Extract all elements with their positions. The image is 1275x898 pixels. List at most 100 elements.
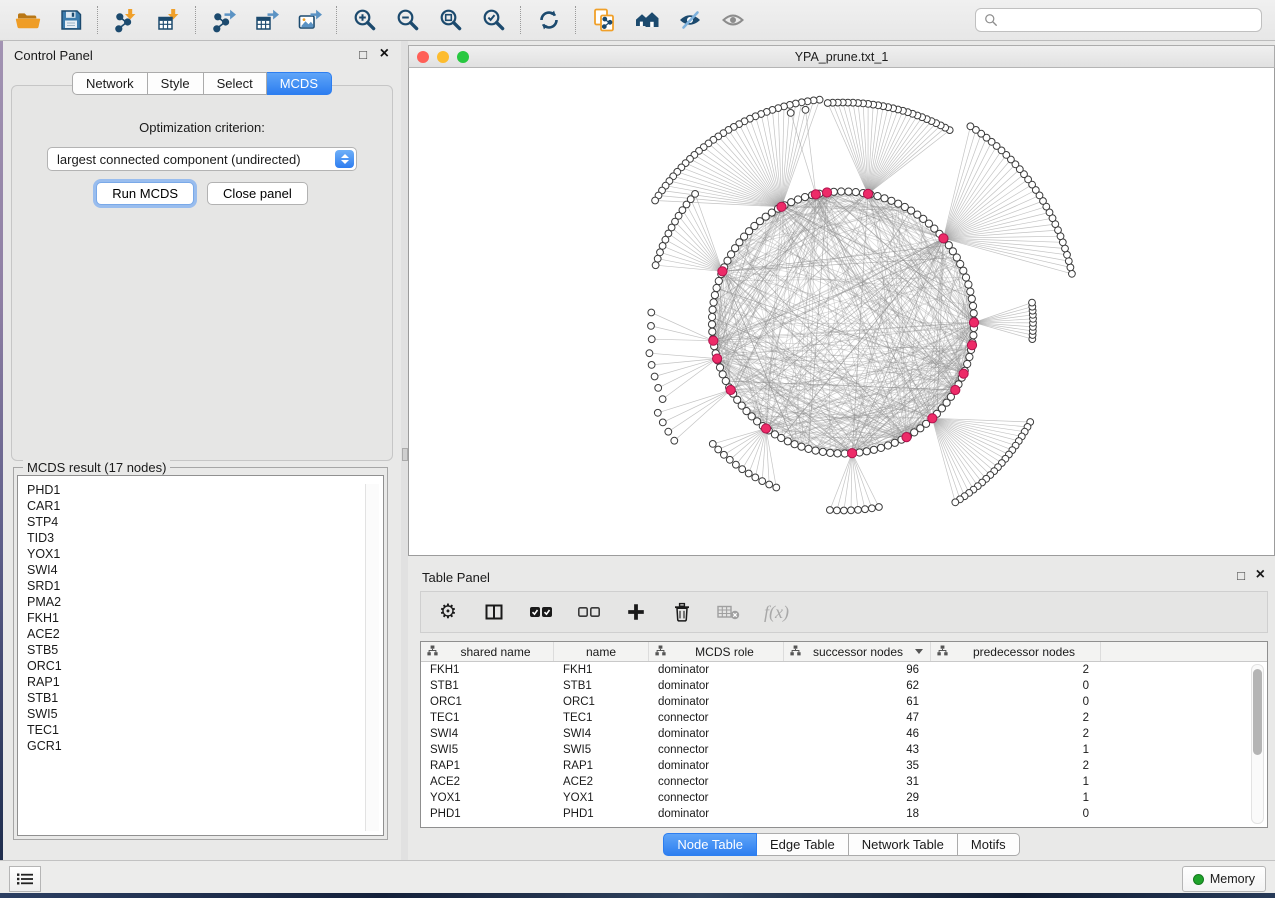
tab-style[interactable]: Style: [148, 72, 204, 95]
close-panel-button[interactable]: Close panel: [207, 182, 308, 205]
optimization-criterion-dropdown[interactable]: largest connected component (undirected): [47, 147, 357, 171]
table-cell[interactable]: ACE2: [421, 774, 554, 790]
table-panel-float-icon[interactable]: □: [1237, 568, 1245, 583]
mcds-result-item[interactable]: PHD1: [27, 482, 383, 498]
tab-motifs[interactable]: Motifs: [958, 833, 1020, 856]
mcds-result-item[interactable]: SWI4: [27, 562, 383, 578]
home-networks-button[interactable]: [625, 3, 668, 37]
table-cell[interactable]: SWI5: [554, 742, 649, 758]
table-cell[interactable]: 1: [931, 742, 1101, 758]
table-row[interactable]: ACE2ACE2connector311: [421, 774, 1267, 790]
column-header-successor-nodes[interactable]: successor nodes: [784, 642, 931, 661]
table-panel-close-icon[interactable]: ×: [1256, 566, 1265, 584]
mcds-result-item[interactable]: STB5: [27, 642, 383, 658]
table-cell[interactable]: dominator: [649, 758, 784, 774]
table-cell[interactable]: 46: [784, 726, 931, 742]
mcds-result-item[interactable]: YOX1: [27, 546, 383, 562]
table-cell[interactable]: connector: [649, 774, 784, 790]
deselect-all-check-button[interactable]: [577, 599, 601, 625]
table-cell[interactable]: FKH1: [421, 662, 554, 678]
table-row[interactable]: STB1STB1dominator620: [421, 678, 1267, 694]
zoom-fit-button[interactable]: [429, 3, 472, 37]
table-cell[interactable]: 29: [784, 790, 931, 806]
tab-network[interactable]: Network: [72, 72, 148, 95]
memory-button[interactable]: Memory: [1182, 866, 1266, 892]
table-cell[interactable]: STB1: [421, 678, 554, 694]
table-cell[interactable]: 43: [784, 742, 931, 758]
table-cell[interactable]: 0: [931, 678, 1101, 694]
mcds-result-item[interactable]: STP4: [27, 514, 383, 530]
tab-mcds[interactable]: MCDS: [267, 72, 332, 95]
table-cell[interactable]: PHD1: [554, 806, 649, 822]
table-cell[interactable]: 2: [931, 662, 1101, 678]
table-cell[interactable]: RAP1: [421, 758, 554, 774]
mcds-result-item[interactable]: STB1: [27, 690, 383, 706]
table-cell[interactable]: SWI4: [421, 726, 554, 742]
hide-eye-button[interactable]: [668, 3, 711, 37]
table-cell[interactable]: 18: [784, 806, 931, 822]
table-cell[interactable]: SWI4: [554, 726, 649, 742]
mcds-result-item[interactable]: ORC1: [27, 658, 383, 674]
show-eye-button[interactable]: [711, 3, 754, 37]
mcds-result-item[interactable]: TID3: [27, 530, 383, 546]
table-cell[interactable]: 31: [784, 774, 931, 790]
zoom-in-button[interactable]: [343, 3, 386, 37]
table-row[interactable]: YOX1YOX1connector291: [421, 790, 1267, 806]
export-image-button[interactable]: [288, 3, 331, 37]
table-cell[interactable]: FKH1: [554, 662, 649, 678]
tab-select[interactable]: Select: [204, 72, 267, 95]
column-header-name[interactable]: name: [554, 642, 649, 661]
mcds-result-item[interactable]: GCR1: [27, 738, 383, 754]
network-graph[interactable]: [409, 68, 1274, 555]
mcds-result-item[interactable]: TEC1: [27, 722, 383, 738]
open-file-button[interactable]: [6, 3, 49, 37]
column-header-shared-name[interactable]: shared name: [421, 642, 554, 661]
table-cell[interactable]: ORC1: [421, 694, 554, 710]
table-cell[interactable]: 1: [931, 790, 1101, 806]
select-all-check-button[interactable]: [529, 599, 553, 625]
table-cell[interactable]: YOX1: [421, 790, 554, 806]
table-cell[interactable]: 0: [931, 694, 1101, 710]
table-cell[interactable]: connector: [649, 790, 784, 806]
search-input[interactable]: [1003, 12, 1261, 28]
clone-network-button[interactable]: [582, 3, 625, 37]
close-panel-icon[interactable]: ×: [380, 45, 389, 63]
task-history-button[interactable]: [9, 866, 41, 892]
export-table-button[interactable]: [245, 3, 288, 37]
table-cell[interactable]: dominator: [649, 806, 784, 822]
table-cell[interactable]: 96: [784, 662, 931, 678]
table-cell[interactable]: RAP1: [554, 758, 649, 774]
table-cell[interactable]: TEC1: [554, 710, 649, 726]
table-cell[interactable]: ORC1: [554, 694, 649, 710]
table-cell[interactable]: SWI5: [421, 742, 554, 758]
network-window-titlebar[interactable]: YPA_prune.txt_1: [408, 45, 1275, 68]
add-column-button[interactable]: [625, 599, 647, 625]
column-header-MCDS-role[interactable]: MCDS role: [649, 642, 784, 661]
table-scrollbar[interactable]: [1251, 664, 1264, 824]
table-cell[interactable]: 47: [784, 710, 931, 726]
refresh-button[interactable]: [527, 3, 570, 37]
float-panel-icon[interactable]: □: [359, 47, 367, 62]
table-cell[interactable]: connector: [649, 742, 784, 758]
table-cell[interactable]: STB1: [554, 678, 649, 694]
settings-gear-button[interactable]: ⚙: [437, 599, 459, 625]
zoom-out-button[interactable]: [386, 3, 429, 37]
import-network-button[interactable]: [104, 3, 147, 37]
column-header-predecessor-nodes[interactable]: predecessor nodes: [931, 642, 1101, 661]
mcds-result-item[interactable]: PMA2: [27, 594, 383, 610]
save-session-button[interactable]: [49, 3, 92, 37]
mcds-result-list[interactable]: PHD1CAR1STP4TID3YOX1SWI4SRD1PMA2FKH1ACE2…: [17, 475, 384, 836]
zoom-selected-button[interactable]: [472, 3, 515, 37]
import-table-button[interactable]: [147, 3, 190, 37]
tab-edge-table[interactable]: Edge Table: [757, 833, 849, 856]
table-row[interactable]: RAP1RAP1dominator352: [421, 758, 1267, 774]
panel-splitter[interactable]: [401, 41, 408, 860]
table-row[interactable]: ORC1ORC1dominator610: [421, 694, 1267, 710]
split-columns-button[interactable]: [483, 599, 505, 625]
table-row[interactable]: PHD1PHD1dominator180: [421, 806, 1267, 822]
tab-node-table[interactable]: Node Table: [663, 833, 757, 856]
mcds-result-item[interactable]: SWI5: [27, 706, 383, 722]
table-row[interactable]: FKH1FKH1dominator962: [421, 662, 1267, 678]
table-cell[interactable]: dominator: [649, 662, 784, 678]
delete-column-button[interactable]: [671, 599, 693, 625]
